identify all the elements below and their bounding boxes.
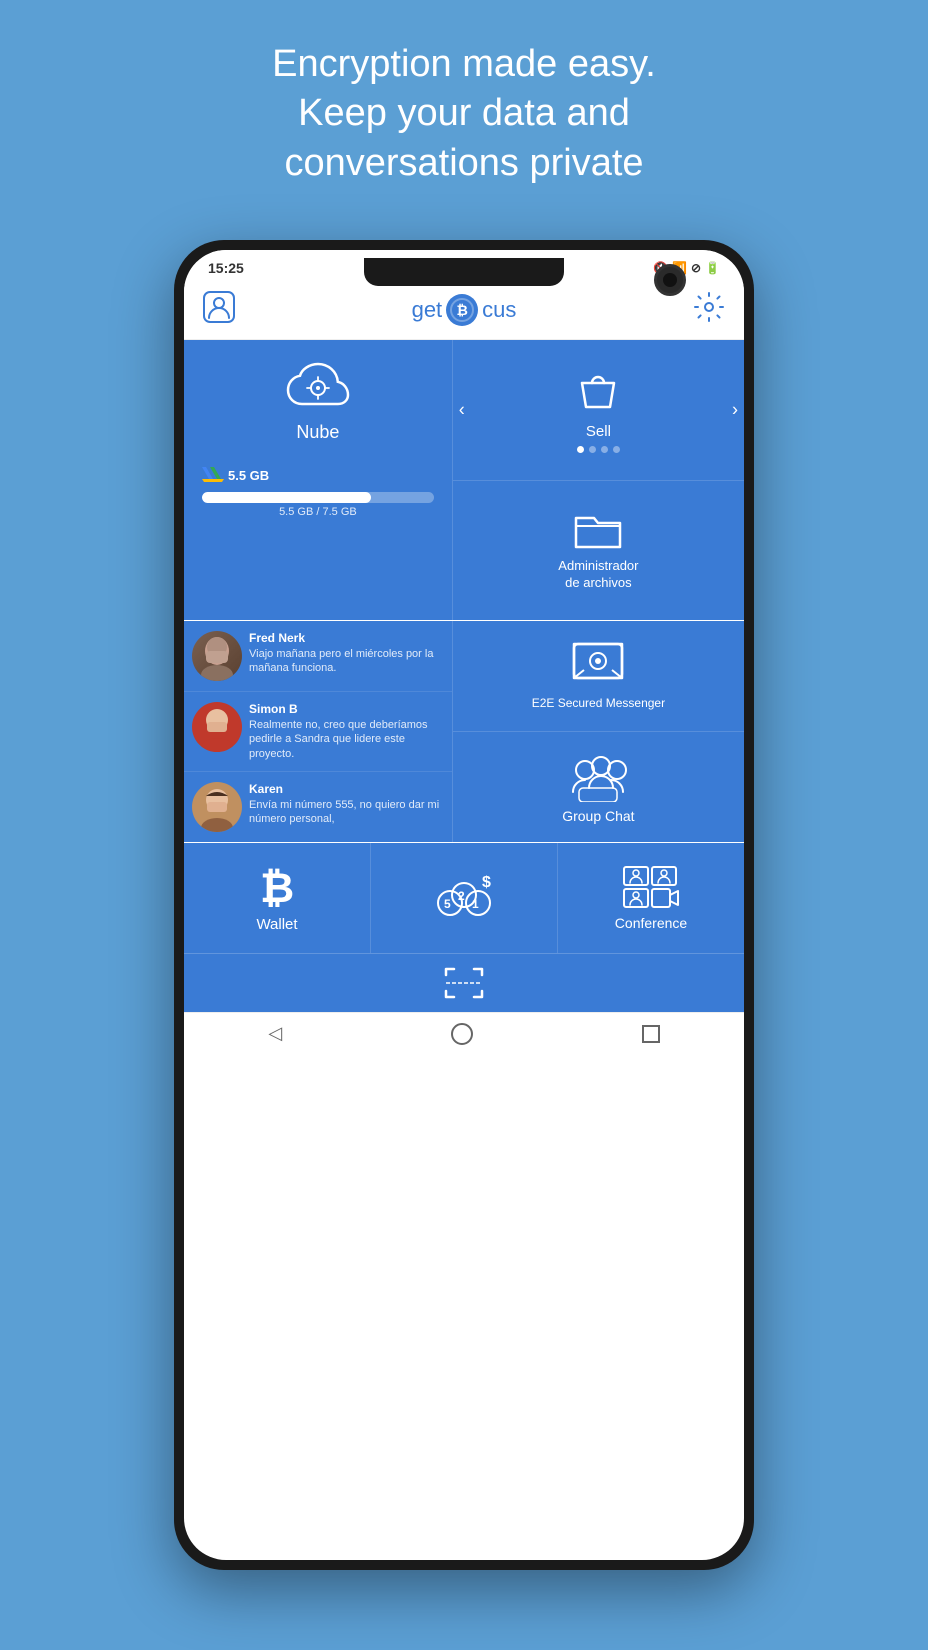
avatar-fred [192, 631, 242, 681]
svg-text:2: 2 [458, 889, 465, 903]
fred-message-content: Fred Nerk Viajo mañana pero el miércoles… [249, 631, 444, 676]
right-col-bottom: E2E Secured Messenger [453, 621, 744, 842]
file-manager-label: Administrador de archivos [558, 558, 638, 592]
message-item-simon[interactable]: Simon B Realmente no, creo que deberíamo… [184, 692, 452, 772]
logo-icon: ₿ [446, 294, 478, 326]
carousel-left-arrow[interactable]: ‹ [459, 399, 465, 420]
nube-storage: 5.5 GB 5.5 GB / 7.5 GB [194, 463, 442, 518]
file-manager-tile[interactable]: Administrador de archivos [453, 481, 744, 621]
messages-list: Fred Nerk Viajo mañana pero el miércoles… [184, 621, 453, 842]
settings-button[interactable] [692, 290, 726, 329]
row3: ₿ Wallet 5 2 1 [184, 842, 744, 953]
simon-message-content: Simon B Realmente no, creo que deberíamo… [249, 702, 444, 761]
header-line2: Keep your data and [60, 89, 868, 138]
fred-message: Viajo mañana pero el miércoles por la ma… [249, 647, 444, 676]
conference-tile[interactable]: Conference [558, 843, 744, 953]
conference-label: Conference [615, 915, 687, 931]
group-chat-tile[interactable]: Group Chat [453, 732, 744, 842]
simon-name: Simon B [249, 702, 444, 716]
main-grid: Nube [184, 340, 744, 1012]
storage-total-text: 5.5 GB / 7.5 GB [202, 506, 434, 518]
app-logo: get ₿ cus [412, 294, 517, 326]
promo-header: Encryption made easy. Keep your data and… [0, 0, 928, 218]
nube-tile[interactable]: Nube [184, 340, 453, 620]
phone-notch [364, 258, 564, 286]
carousel-right-arrow[interactable]: › [732, 399, 738, 420]
avatar-simon [192, 702, 242, 752]
karen-message-content: Karen Envía mi número 555, no quiero dar… [249, 782, 444, 827]
phone-screen: 15:25 🔇 📶 ⊘ 🔋 get [184, 250, 744, 1560]
header-line3: conversations private [60, 139, 868, 188]
battery-icon: 🔋 [705, 261, 720, 275]
sell-label: Sell [586, 423, 611, 440]
nav-home[interactable] [451, 1023, 473, 1045]
wallet-label: Wallet [256, 916, 297, 933]
e2e-label: E2E Secured Messenger [532, 696, 665, 712]
simon-message: Realmente no, creo que deberíamos pedirl… [249, 718, 444, 761]
nube-label: Nube [296, 422, 339, 443]
phone-camera [654, 264, 686, 296]
carousel-dots [577, 446, 620, 453]
drive-icon [202, 463, 224, 488]
message-item-fred[interactable]: Fred Nerk Viajo mañana pero el miércoles… [184, 621, 452, 692]
e2e-messenger-tile[interactable]: E2E Secured Messenger [453, 621, 744, 732]
svg-text:1: 1 [472, 897, 479, 911]
phone-nav: ◁ [184, 1012, 744, 1059]
wallet-tile[interactable]: ₿ Wallet [184, 843, 371, 953]
svg-text:₿: ₿ [260, 864, 294, 911]
storage-bar-fill [202, 492, 371, 503]
sell-tile[interactable]: ‹ Sell › [453, 340, 744, 481]
logo-text-before: get [412, 297, 443, 323]
karen-message: Envía mi número 555, no quiero dar mi nú… [249, 798, 444, 827]
right-col-top: ‹ Sell › [453, 340, 744, 620]
logo-text-after: cus [482, 297, 516, 323]
karen-name: Karen [249, 782, 444, 796]
header-line1: Encryption made easy. [60, 40, 868, 89]
group-chat-label: Group Chat [562, 808, 634, 824]
svg-text:$: $ [482, 874, 491, 891]
page-background: Encryption made easy. Keep your data and… [0, 0, 928, 1650]
avatar-karen [192, 782, 242, 832]
storage-used: 5.5 GB [228, 468, 269, 483]
nav-back[interactable]: ◁ [268, 1023, 282, 1044]
message-item-karen[interactable]: Karen Envía mi número 555, no quiero dar… [184, 772, 452, 842]
row1: Nube [184, 340, 744, 621]
fred-name: Fred Nerk [249, 631, 444, 645]
exchange-tile[interactable]: 5 2 1 $ [371, 843, 558, 953]
nav-recent[interactable] [642, 1025, 660, 1043]
alarm-icon: ⊘ [691, 261, 701, 275]
phone-frame: 15:25 🔇 📶 ⊘ 🔋 get [174, 240, 754, 1570]
scanner-bar[interactable] [184, 953, 744, 1012]
storage-bar-bg [202, 492, 434, 503]
svg-text:5: 5 [444, 897, 451, 911]
row2: Fred Nerk Viajo mañana pero el miércoles… [184, 621, 744, 842]
status-time: 15:25 [208, 260, 244, 276]
profile-button[interactable] [202, 290, 236, 329]
